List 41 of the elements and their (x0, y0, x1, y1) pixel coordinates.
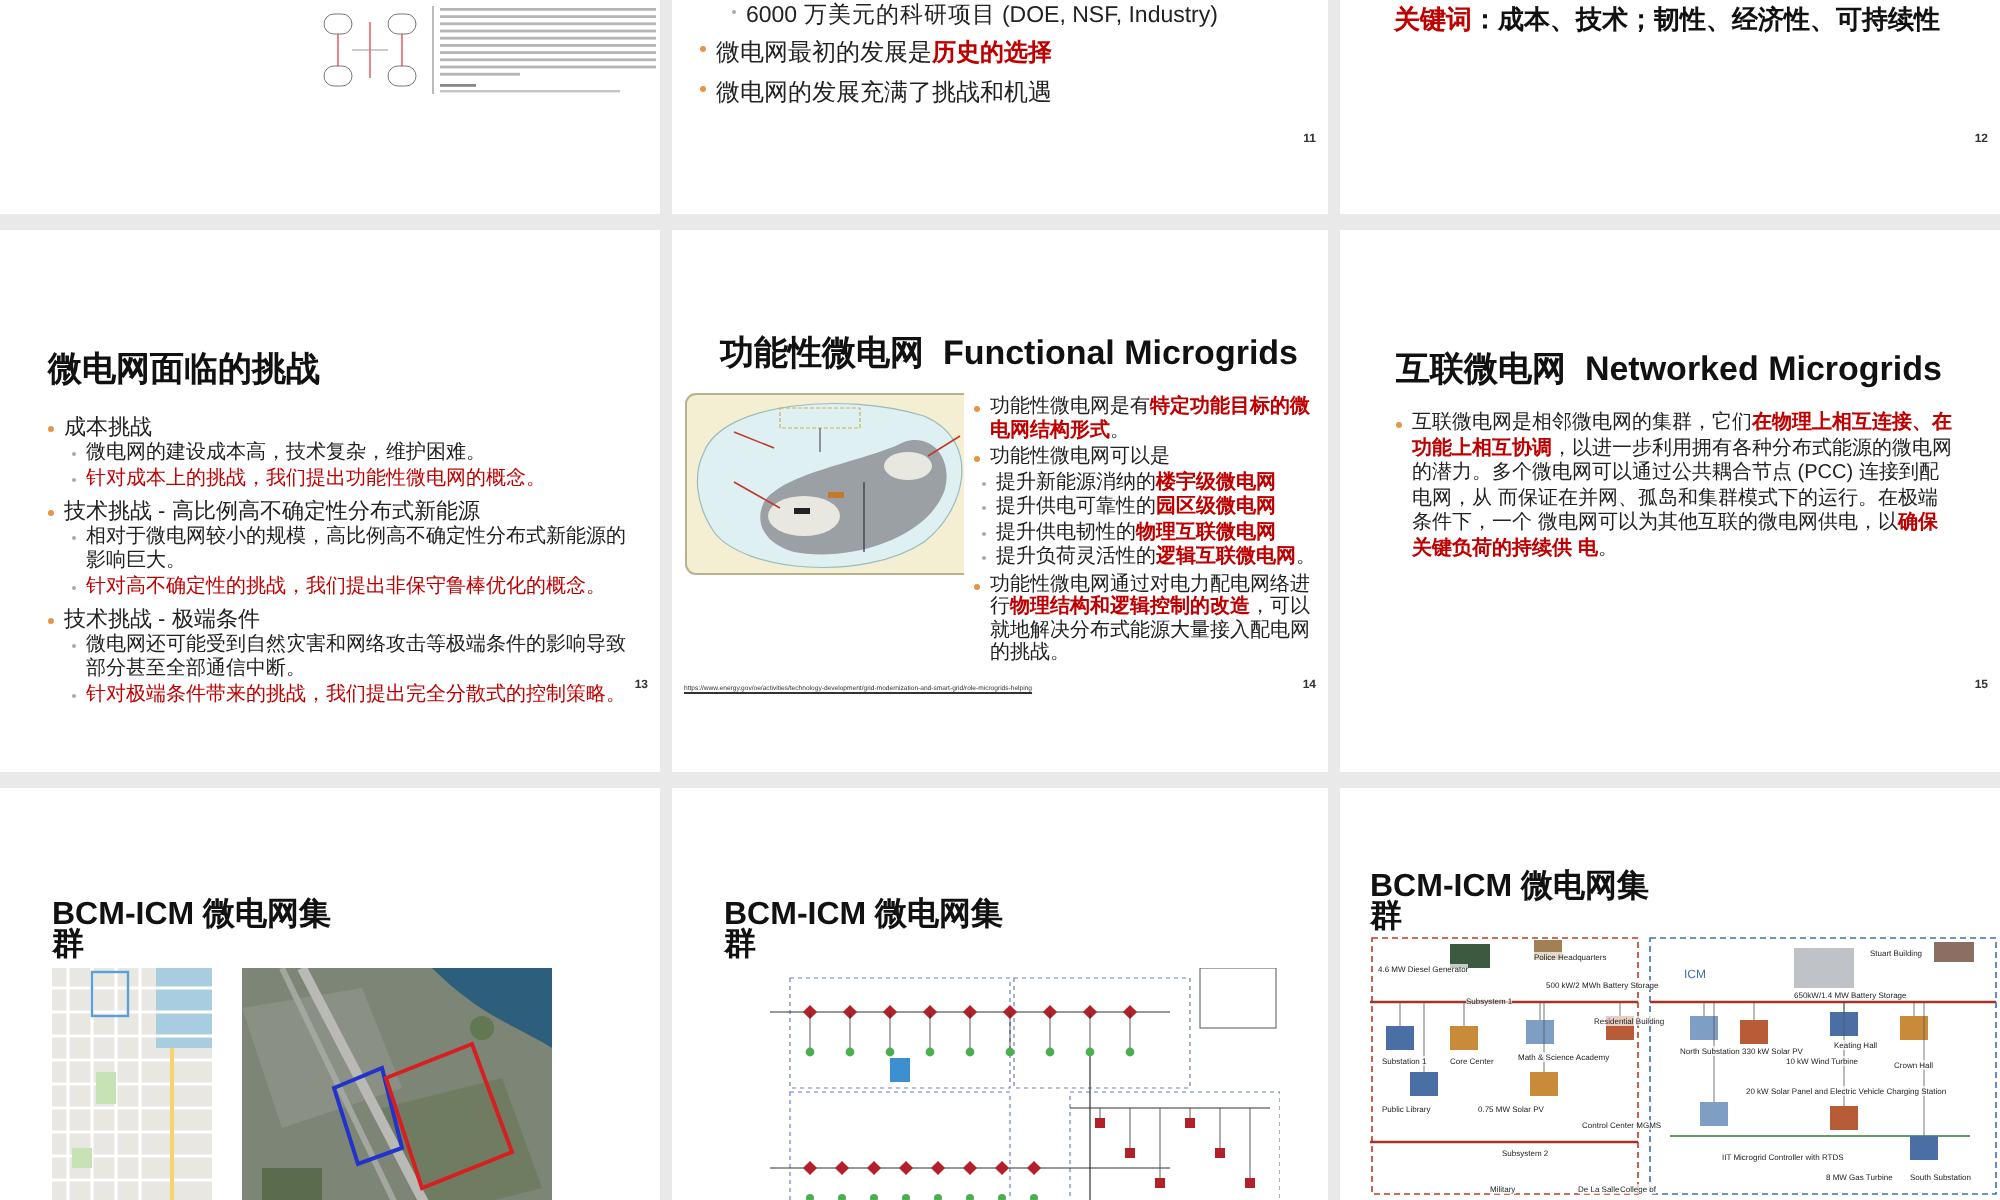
bullet-text: 提升负荷灵活性的逻辑互联微电网。 (996, 546, 1316, 569)
slide-thumbnail[interactable] (0, 230, 660, 772)
bullet-text: 微电网最初的发展是历史的选择 (716, 36, 1052, 70)
bullet-text: 针对成本上的挑战，我们提出功能性微电网的概念。 (86, 468, 546, 492)
bullet-icon (48, 510, 54, 516)
slide-title: BCM-ICM 微电网集群 (52, 900, 334, 960)
slide-title: BCM-ICM 微电网集群 (724, 900, 1006, 960)
bullet-text: 功能性微电网通过对电力配电网络进行物理结构和逻辑控制的改造，可以就地解决分布式能源大量接入配电网的挑战。 (990, 573, 1312, 665)
bullet-icon (974, 406, 980, 412)
bullet-text: 技术挑战 - 极端条件 (64, 608, 260, 632)
bullet-text: 功能性微电网是有特定功能目标的微电网结构形式。 (990, 396, 1312, 442)
slide-thumbnail[interactable] (672, 230, 1328, 772)
slide-thumbnail[interactable]: BCM-ICM 微电网集群 (0, 788, 660, 1200)
bullet-text: 提升供电韧性的物理互联微电网 (996, 521, 1276, 544)
slide-title: 功能性微电网 Functional Microgrids (717, 332, 1301, 376)
bullet-icon (700, 86, 706, 92)
bullet-icon (974, 583, 980, 589)
bullet-text: 提升新能源消纳的楼宇级微电网 (996, 471, 1276, 494)
bullet-text: 相对于微电网较小的规模，高比例高不确定性分布式新能源的影响巨大。 (86, 526, 628, 574)
bullet-text: 6000 万美元的科研项目 (DOE, NSF, Industry) (746, 0, 1218, 30)
bullet-text: 微电网的发展充满了挑战和机遇 (716, 76, 1052, 110)
bullet-text: 微电网还可能受到自然灾害和网络攻击等极端条件的影响导致部分甚至全部通信中断。 (86, 634, 628, 682)
bullet-text: 互联微电网是相邻微电网的集群，它们在物理上相互连接、在功能上相互协调，以进一步利用拥有各种分布式能源的微电网的潜力。多个微电网可以通过公共耦合节点 (PCC) 连接到配电网，从 而保证在并网、孤岛和集群模式下的运行。在极端条件下，一个 微电网可以为其他互联的微电网供电，以确保关键负荷的持续供 电。 (1412, 412, 1954, 562)
bullet-text: 提升供电可靠性的园区级微电网 (996, 496, 1276, 519)
bullet-text: 技术挑战 - 高比例高不确定性分布式新能源 (64, 500, 480, 524)
bullet-icon (48, 426, 54, 432)
bullet-icon (974, 456, 980, 462)
bullet-text: 针对高不确定性的挑战，我们提出非保守鲁棒优化的概念。 (86, 576, 606, 600)
bullet-text: 成本挑战 (64, 416, 152, 440)
bullet-icon (48, 618, 54, 624)
bullet-text: 微电网的建设成本高，技术复杂，维护困难。 (86, 442, 486, 466)
slide-title: BCM-ICM 微电网集群 (1370, 872, 1652, 932)
slide-thumbnail[interactable] (1340, 788, 2000, 1200)
slide-title: 互联微电网 Networked Microgrids (1396, 348, 1944, 392)
bullet-icon (1396, 422, 1402, 428)
keywords-line: 关键词：成本、技术；韧性、经济性、可持续性 (1394, 2, 1942, 38)
bullet-text: 针对极端条件带来的挑战，我们提出完全分散式的控制策略。 (86, 684, 626, 708)
bullet-text: 功能性微电网可以是 (990, 446, 1170, 469)
bullet-icon (700, 46, 706, 52)
slide-thumbnail[interactable]: BCM-ICM 微电网集群 (672, 788, 1328, 1200)
slide-title: 微电网面临的挑战 (48, 348, 322, 392)
